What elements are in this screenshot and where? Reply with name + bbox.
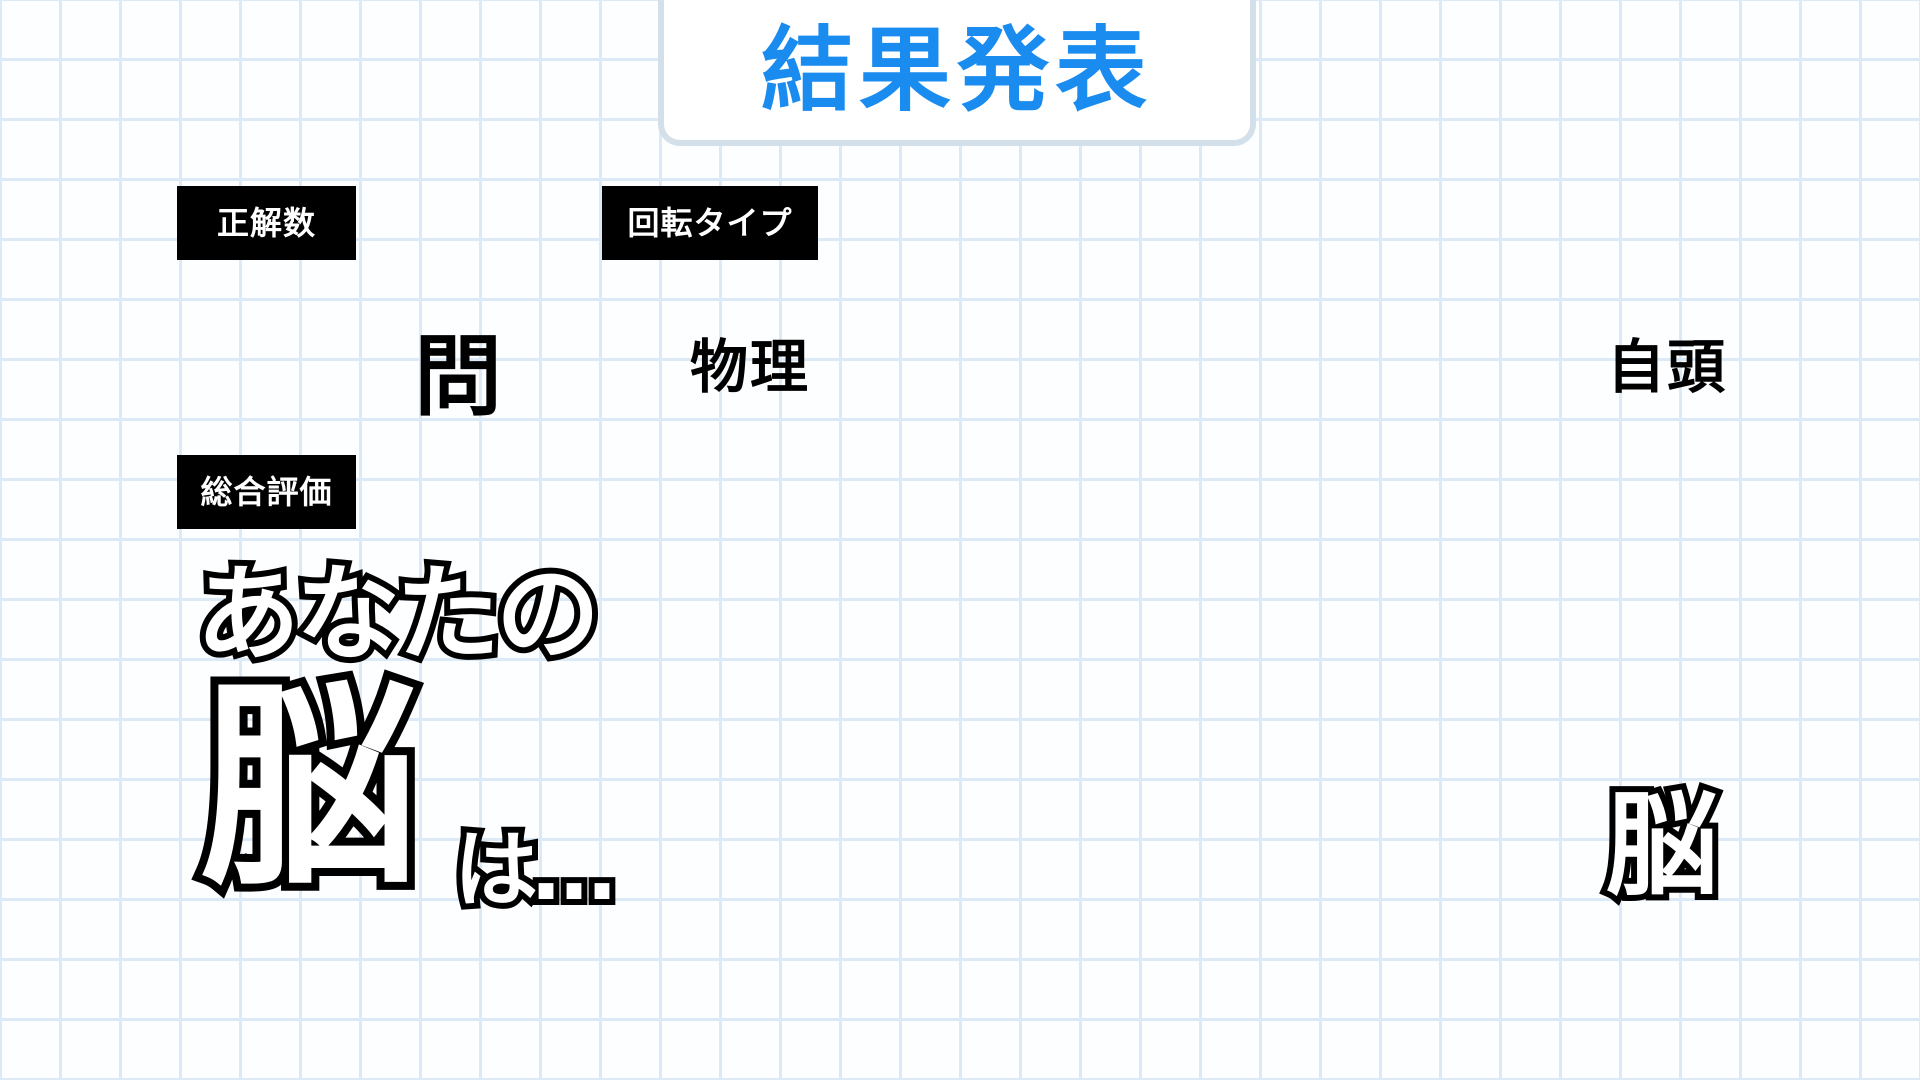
rotation-type-left-value: 物理 (690, 333, 811, 401)
correct-count-label: 正解数 (177, 186, 356, 260)
evaluation-result: 脳 (1600, 781, 1724, 911)
overall-rating-label: 総合評価 (177, 455, 356, 529)
rotation-type-label: 回転タイプ (602, 186, 818, 260)
correct-count-unit: 問 (414, 325, 503, 428)
evaluation-trailing: は… (448, 821, 622, 919)
page-title: 結果発表 (760, 17, 1153, 124)
rotation-type-right-value: 自頭 (1607, 333, 1728, 401)
title-panel: 結果発表 (658, 0, 1256, 146)
evaluation-line1: あなたの (190, 553, 606, 675)
evaluation-big-char: 脳 (192, 662, 426, 915)
